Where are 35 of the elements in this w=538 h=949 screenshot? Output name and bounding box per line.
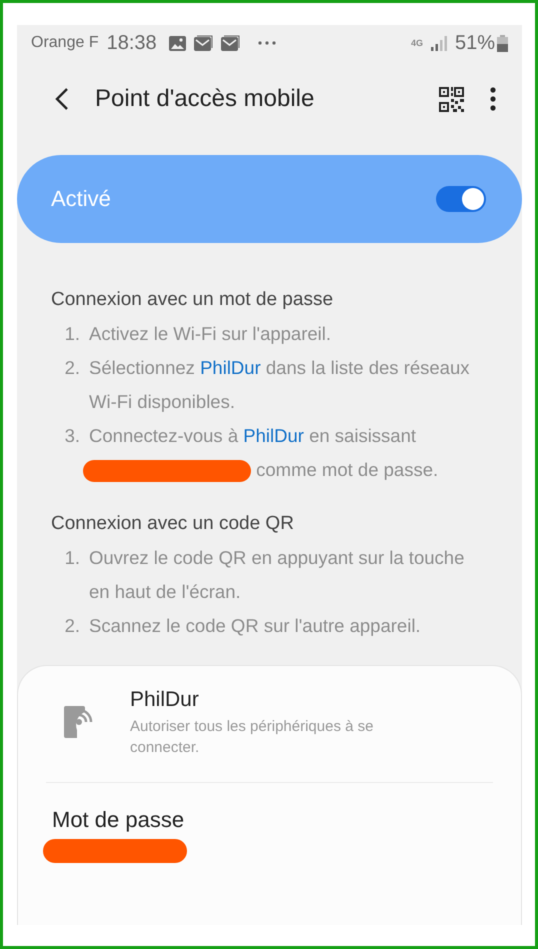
qr-code-icon[interactable] — [439, 86, 464, 112]
step-text: Connectez-vous à PhilDur en saisissant comme mot de passe. — [89, 419, 482, 487]
network-description: Autoriser tous les périphériques à se connecter. — [130, 717, 374, 758]
step-number: 2. — [64, 356, 81, 380]
network-type: 4G — [410, 38, 423, 48]
switch-label: Activé — [51, 186, 112, 212]
back-icon[interactable] — [55, 87, 69, 111]
step-text: Scannez le code QR sur l'autre appareil. — [89, 614, 422, 638]
step-number: 3. — [64, 424, 81, 448]
hotspot-switch-bar[interactable]: Activé — [17, 155, 522, 243]
toggle-switch[interactable] — [436, 186, 486, 212]
battery-icon — [497, 34, 508, 52]
signal-icon — [430, 36, 447, 50]
network-name: PhilDur — [130, 688, 200, 712]
password-label: Mot de passe — [52, 807, 186, 833]
image-icon — [168, 36, 186, 50]
mail-icon — [194, 35, 213, 51]
network-link[interactable]: PhilDur — [243, 425, 304, 446]
step-number: 2. — [64, 614, 81, 638]
section-title: Connexion avec un mot de passe — [51, 289, 334, 311]
more-options-icon[interactable] — [490, 87, 496, 111]
clock: 18:38 — [106, 32, 157, 54]
carrier-name: Orange F — [31, 34, 99, 52]
battery-level: 51% — [454, 32, 495, 54]
step-number: 1. — [64, 546, 81, 570]
mail-icon — [220, 35, 240, 51]
hotspot-icon — [64, 706, 94, 738]
step-text: Activez le Wi-Fi sur l'appareil. — [89, 322, 332, 346]
section-title: Connexion avec un code QR — [51, 513, 295, 535]
network-link[interactable]: PhilDur — [200, 357, 261, 378]
more-notifications-icon — [258, 41, 276, 45]
screen-title: Point d'accès mobile — [95, 85, 316, 113]
step-text: Sélectionnez PhilDur dans la liste des réseaux Wi-Fi disponibles. — [89, 356, 471, 414]
step-text: Ouvrez le code QR en appuyant sur la touche en haut de l'écran. — [89, 546, 466, 604]
step-number: 1. — [64, 322, 81, 346]
